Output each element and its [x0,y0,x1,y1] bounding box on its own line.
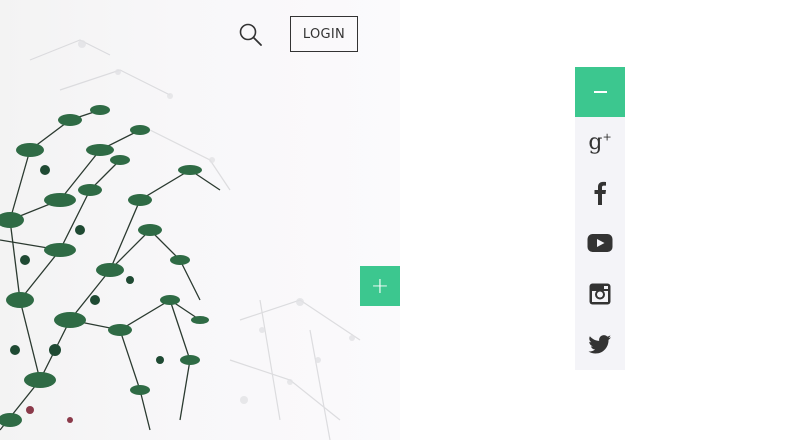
search-button[interactable] [236,20,266,50]
social-item-youtube[interactable] [575,218,625,269]
foliage-illustration [0,39,361,440]
social-sidebar: g+ [575,67,625,370]
youtube-icon [587,234,613,253]
social-item-google-plus[interactable]: g+ [575,117,625,168]
google-plus-icon: g+ [588,129,612,155]
collapse-button[interactable] [575,67,625,117]
instagram-icon [589,283,611,305]
search-icon [239,23,262,46]
social-item-facebook[interactable] [575,168,625,219]
social-item-twitter[interactable] [575,319,625,370]
minus-icon [593,91,607,93]
expand-button[interactable]: + [360,266,400,306]
login-button[interactable]: LOGIN [290,16,358,52]
facebook-icon [594,181,606,205]
social-item-instagram[interactable] [575,269,625,320]
hero-image-panel: LOGIN + [0,0,400,440]
twitter-icon [588,334,611,354]
